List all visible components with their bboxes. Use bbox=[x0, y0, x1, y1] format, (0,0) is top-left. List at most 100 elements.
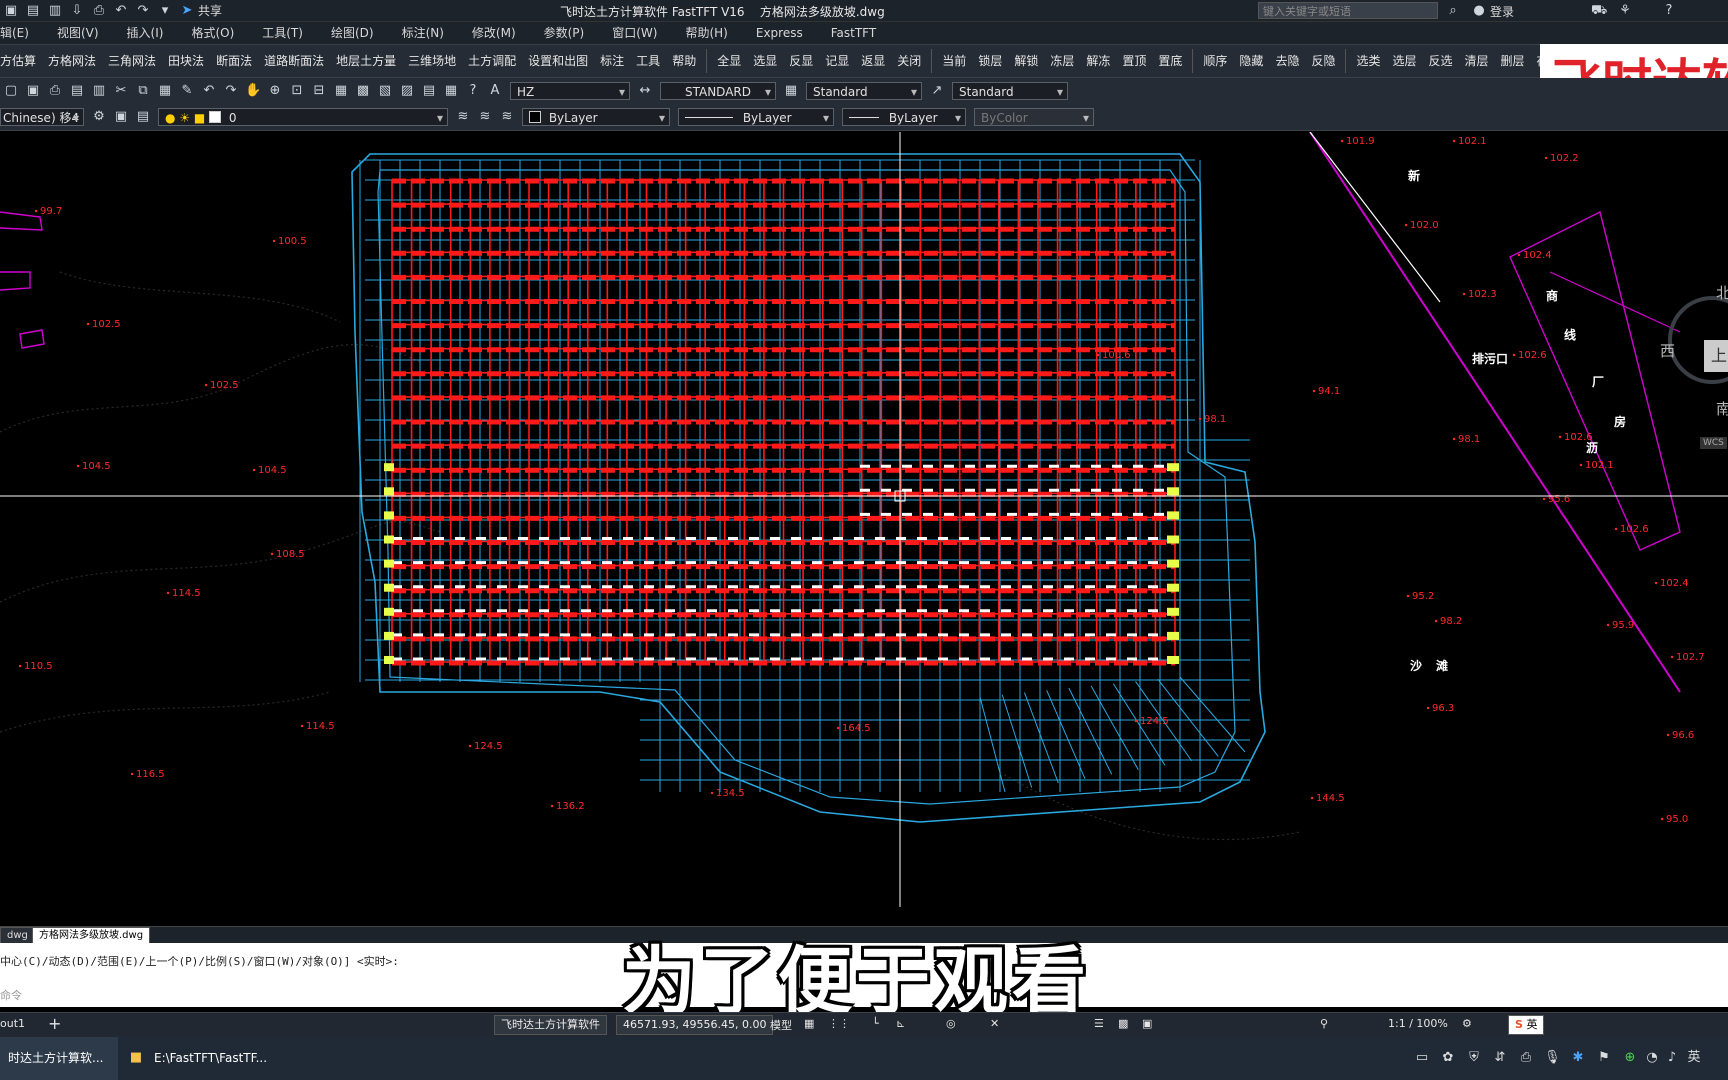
menu-window[interactable]: 窗口(W) bbox=[598, 22, 671, 44]
ribbon-hide[interactable]: 隐藏 bbox=[1233, 44, 1269, 78]
properties-icon[interactable]: ▦ bbox=[333, 83, 349, 99]
otrack-icon[interactable]: ✕ bbox=[990, 1017, 999, 1030]
tray-printer-icon[interactable]: ⎙ bbox=[1518, 1050, 1534, 1066]
dropdown-icon[interactable]: ▾ bbox=[157, 3, 173, 19]
tray-mic-icon[interactable]: 🎙 bbox=[1544, 1050, 1561, 1066]
ribbon-layer-current[interactable]: 当前 bbox=[936, 44, 972, 78]
menu-draw[interactable]: 绘图(D) bbox=[317, 22, 388, 44]
color-select[interactable]: ByLayer bbox=[522, 108, 670, 127]
layer-match-icon[interactable]: ≋ bbox=[499, 109, 515, 125]
design-center-icon[interactable]: ▩ bbox=[355, 83, 371, 99]
menu-dimension[interactable]: 标注(N) bbox=[388, 22, 458, 44]
ribbon-layer-freeze[interactable]: 冻层 bbox=[1044, 44, 1080, 78]
selection-cycling-icon[interactable]: ▣ bbox=[1142, 1017, 1152, 1030]
ribbon-show-selected[interactable]: 选显 bbox=[747, 44, 783, 78]
snap-icon[interactable]: ⋮⋮ bbox=[828, 1017, 850, 1030]
menu-parameters[interactable]: 参数(P) bbox=[530, 22, 599, 44]
tray-shield-icon[interactable]: ⛨ bbox=[1466, 1050, 1482, 1066]
annotation-icon[interactable]: ⚲ bbox=[1320, 1017, 1328, 1030]
save-as-icon[interactable]: ▤ bbox=[25, 3, 41, 19]
settings-gear-icon[interactable]: ⚙ bbox=[1462, 1017, 1472, 1030]
undo-icon[interactable]: ↶ bbox=[113, 3, 129, 19]
ribbon-grid-method[interactable]: 方格网法 bbox=[42, 44, 102, 78]
ribbon-layer-unlock[interactable]: 解锁 bbox=[1008, 44, 1044, 78]
search-icon[interactable]: ⌕ bbox=[1445, 3, 1461, 19]
calculator-icon[interactable]: ▦ bbox=[443, 83, 459, 99]
tray-window-icon[interactable]: ▭ bbox=[1414, 1050, 1430, 1066]
ribbon-earth-allocation[interactable]: 土方调配 bbox=[462, 44, 522, 78]
zoom-previous-icon[interactable]: ⊟ bbox=[311, 83, 327, 99]
ribbon-order[interactable]: 顺序 bbox=[1197, 44, 1233, 78]
view-cube[interactable]: 北 西 南 上 bbox=[1660, 282, 1728, 422]
ribbon-3d-site[interactable]: 三维场地 bbox=[402, 44, 462, 78]
dim-style-select[interactable]: STANDARD bbox=[660, 82, 776, 101]
transparency-icon[interactable]: ▩ bbox=[1118, 1017, 1128, 1030]
user-icon[interactable]: ● bbox=[1471, 3, 1487, 19]
taskbar-app-fasttft[interactable]: 时达土方计算软... bbox=[0, 1037, 118, 1080]
tray-wifi-icon[interactable]: ◔ bbox=[1644, 1050, 1660, 1066]
ribbon-layer-thaw[interactable]: 解冻 bbox=[1080, 44, 1116, 78]
drawing-svg[interactable]: 99.7 100.5 102.5 102.5 104.5 104.5 108.5 114.5 1… bbox=[0, 132, 1728, 907]
table-style-select[interactable]: Standard bbox=[806, 82, 922, 101]
save-icon[interactable]: ▣ bbox=[3, 3, 19, 19]
layer-select[interactable]: ● ☀ ■ 0 bbox=[158, 108, 448, 127]
ribbon-show-all[interactable]: 全显 bbox=[711, 44, 747, 78]
preview-icon[interactable]: ▤ bbox=[69, 83, 85, 99]
grid-icon[interactable]: ▦ bbox=[804, 1017, 814, 1030]
cut-icon[interactable]: ✂ bbox=[113, 83, 129, 99]
multileader-style-icon[interactable]: ↗ bbox=[929, 83, 945, 99]
menu-edit[interactable]: 辑(E) bbox=[0, 22, 43, 44]
ribbon-stratum-volume[interactable]: 地层土方量 bbox=[330, 44, 402, 78]
match-properties-icon[interactable]: ✎ bbox=[179, 83, 195, 99]
workspace-select[interactable]: Chinese) 移4 bbox=[0, 108, 84, 127]
ribbon-close[interactable]: 关闭 bbox=[891, 44, 927, 78]
add-layout-icon[interactable]: + bbox=[48, 1014, 61, 1033]
file-tab[interactable]: dwg bbox=[0, 927, 35, 944]
search-input[interactable]: 键入关键字或短语 bbox=[1258, 2, 1438, 19]
ribbon-road-section[interactable]: 道路断面法 bbox=[258, 44, 330, 78]
share-label[interactable]: 共享 bbox=[198, 2, 222, 19]
drawing-canvas[interactable]: 99.7 100.5 102.5 102.5 104.5 104.5 108.5 114.5 1… bbox=[0, 132, 1728, 907]
ime-indicator[interactable]: S 英 bbox=[1508, 1015, 1545, 1035]
command-input[interactable]: 命令 bbox=[0, 987, 22, 1003]
tray-add-icon[interactable]: ⊕ bbox=[1622, 1050, 1638, 1066]
ribbon-show-inverse[interactable]: 反显 bbox=[783, 44, 819, 78]
layer-previous-icon[interactable]: ≋ bbox=[477, 109, 493, 125]
polar-icon[interactable]: ⊾ bbox=[896, 1017, 905, 1030]
tray-bluetooth-icon[interactable]: ✱ bbox=[1570, 1050, 1586, 1066]
copy-icon[interactable]: ⧉ bbox=[135, 83, 151, 99]
share-icon[interactable]: ➤ bbox=[179, 3, 195, 19]
ribbon-bring-top[interactable]: 置顶 bbox=[1116, 44, 1152, 78]
ribbon-help[interactable]: 帮助 bbox=[666, 44, 702, 78]
model-space-button[interactable]: 模型 bbox=[770, 1017, 792, 1033]
scale-display[interactable]: 1:1 / 100% bbox=[1388, 1017, 1448, 1030]
ribbon-estimate[interactable]: 方估算 bbox=[0, 44, 42, 78]
print-icon[interactable]: ⎙ bbox=[47, 83, 63, 99]
login-label[interactable]: 登录 bbox=[1490, 3, 1514, 20]
ortho-icon[interactable]: └ bbox=[872, 1017, 879, 1030]
make-current-icon[interactable]: ≋ bbox=[455, 109, 471, 125]
redo-icon[interactable]: ↷ bbox=[135, 3, 151, 19]
ribbon-send-bottom[interactable]: 置底 bbox=[1152, 44, 1188, 78]
taskbar-app-explorer[interactable]: E:\FastTFT\FastTF... bbox=[146, 1037, 267, 1080]
ribbon-invert-hide[interactable]: 反隐 bbox=[1305, 44, 1341, 78]
sheet-set-icon[interactable]: ▨ bbox=[399, 83, 415, 99]
ribbon-triangle-method[interactable]: 三角网法 bbox=[102, 44, 162, 78]
help-icon[interactable]: ? bbox=[465, 83, 481, 99]
viewcube-top[interactable]: 上 bbox=[1704, 340, 1728, 372]
ribbon-unhide[interactable]: 去隐 bbox=[1269, 44, 1305, 78]
ribbon-section-method[interactable]: 断面法 bbox=[210, 44, 258, 78]
layout-tab[interactable]: out1 bbox=[0, 1017, 25, 1030]
ribbon-settings-plot[interactable]: 设置和出图 bbox=[522, 44, 594, 78]
tray-network-icon[interactable]: ⇵ bbox=[1492, 1050, 1508, 1066]
open-icon[interactable]: ▥ bbox=[47, 3, 63, 19]
menu-format[interactable]: 格式(O) bbox=[177, 22, 248, 44]
ribbon-tools[interactable]: 工具 bbox=[630, 44, 666, 78]
compass-west[interactable]: 西 bbox=[1660, 340, 1675, 361]
compass-south[interactable]: 南 bbox=[1716, 398, 1728, 419]
menu-tools[interactable]: 工具(T) bbox=[248, 22, 317, 44]
layer-manager-icon[interactable]: ▣ bbox=[113, 109, 129, 125]
menu-modify[interactable]: 修改(M) bbox=[458, 22, 530, 44]
ribbon-field-method[interactable]: 田块法 bbox=[162, 44, 210, 78]
cart-icon[interactable]: ⛟ bbox=[1591, 3, 1607, 19]
